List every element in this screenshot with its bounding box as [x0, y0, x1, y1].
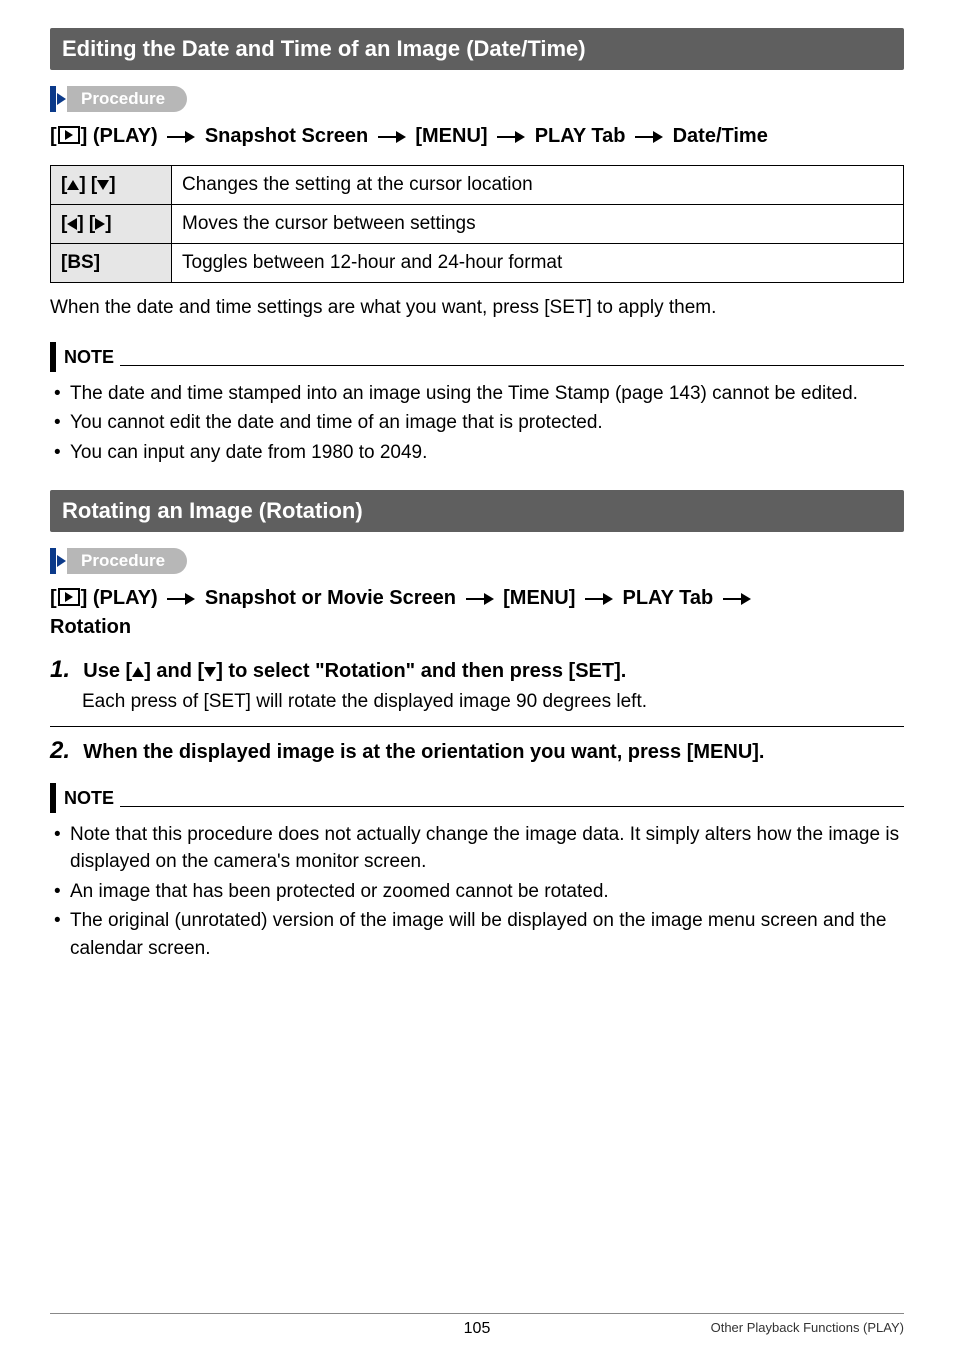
note-heading: NOTE: [50, 342, 904, 372]
value-cell: Changes the setting at the cursor locati…: [172, 166, 904, 205]
step-2: 2. When the displayed image is at the or…: [50, 737, 904, 765]
path-seg: Date/Time: [673, 125, 768, 147]
txt: ]: [105, 213, 111, 234]
key-cell: [] []: [51, 166, 172, 205]
path-seg: PLAY Tab: [622, 587, 713, 609]
key-cell: [BS]: [51, 244, 172, 283]
txt: ] and [: [144, 660, 204, 682]
arrow-icon: [466, 593, 494, 605]
list-item: The original (unrotated) version of the …: [52, 907, 904, 962]
arrow-icon: [167, 593, 195, 605]
procedure-heading: Procedure: [50, 86, 904, 112]
step-1: 1. Use [ ] and [ ] to select "Rotation" an…: [50, 656, 904, 716]
page-number: 105: [464, 1320, 491, 1338]
up-icon: [67, 180, 79, 190]
path-play: ] (PLAY): [81, 125, 158, 147]
nav-path-datetime: [ ] (PLAY) Snapshot Screen [MENU] PLAY Ta…: [50, 122, 904, 151]
list-item: You can input any date from 1980 to 2049…: [52, 439, 904, 467]
note-list: The date and time stamped into an image …: [50, 380, 904, 467]
procedure-label: Procedure: [67, 548, 187, 574]
path-play: ] (PLAY): [81, 587, 158, 609]
procedure-label: Procedure: [67, 86, 187, 112]
path-seg: [MENU]: [503, 587, 575, 609]
note-rule: [120, 364, 904, 366]
path-seg: Snapshot Screen: [205, 125, 368, 147]
path-seg: PLAY Tab: [535, 125, 626, 147]
list-item: Note that this procedure does not actual…: [52, 821, 904, 876]
arrow-icon: [585, 593, 613, 605]
body-text: When the date and time settings are what…: [50, 295, 904, 322]
step-divider: [50, 726, 904, 727]
section-title-datetime: Editing the Date and Time of an Image (D…: [50, 28, 904, 70]
arrow-icon: [378, 131, 406, 143]
procedure-accent-bar: [50, 548, 56, 574]
arrow-icon: [167, 131, 195, 143]
txt: ] [: [77, 213, 95, 234]
list-item: An image that has been protected or zoom…: [52, 878, 904, 906]
step-number: 2.: [50, 737, 78, 765]
note-accent-bar: [50, 342, 56, 372]
txt: Use [: [83, 660, 132, 682]
table-row: [] [] Moves the cursor between settings: [51, 205, 904, 244]
path-bracket: [: [50, 587, 57, 609]
procedure-arrow-icon: [57, 93, 66, 105]
right-icon: [95, 218, 105, 230]
note-label: NOTE: [64, 347, 114, 372]
up-icon: [132, 667, 144, 677]
procedure-heading: Procedure: [50, 548, 904, 574]
procedure-arrow-icon: [57, 555, 66, 567]
note-label: NOTE: [64, 788, 114, 813]
note-heading: NOTE: [50, 783, 904, 813]
table-row: [] [] Changes the setting at the cursor …: [51, 166, 904, 205]
arrow-icon: [497, 131, 525, 143]
table-row: [BS] Toggles between 12-hour and 24-hour…: [51, 244, 904, 283]
arrow-icon: [635, 131, 663, 143]
path-bracket: [: [50, 125, 57, 147]
arrow-icon: [723, 593, 751, 605]
play-icon: [58, 588, 80, 606]
step-sub: Each press of [SET] will rotate the disp…: [82, 688, 904, 716]
section-title-rotation: Rotating an Image (Rotation): [50, 490, 904, 532]
path-seg: [MENU]: [415, 125, 487, 147]
txt: ] to select "Rotation" and then press [S…: [216, 660, 626, 682]
nav-path-rotation: [ ] (PLAY) Snapshot or Movie Screen [MENU…: [50, 584, 904, 642]
note-rule: [120, 805, 904, 807]
play-icon: [58, 126, 80, 144]
step-head: Use [ ] and [ ] to select "Rotation" and t…: [83, 660, 626, 682]
step-head: When the displayed image is at the orien…: [83, 741, 764, 763]
key-table: [] [] Changes the setting at the cursor …: [50, 165, 904, 283]
txt: ]: [109, 174, 115, 195]
path-seg: Rotation: [50, 616, 131, 638]
value-cell: Toggles between 12-hour and 24-hour form…: [172, 244, 904, 283]
footer-right: Other Playback Functions (PLAY): [711, 1320, 904, 1335]
down-icon: [204, 667, 216, 677]
step-number: 1.: [50, 656, 78, 684]
note-list: Note that this procedure does not actual…: [50, 821, 904, 963]
left-icon: [67, 218, 77, 230]
page-footer: 105 Other Playback Functions (PLAY): [50, 1313, 904, 1335]
list-item: You cannot edit the date and time of an …: [52, 409, 904, 437]
key-cell: [] []: [51, 205, 172, 244]
value-cell: Moves the cursor between settings: [172, 205, 904, 244]
note-accent-bar: [50, 783, 56, 813]
procedure-accent-bar: [50, 86, 56, 112]
path-seg: Snapshot or Movie Screen: [205, 587, 456, 609]
txt: ] [: [79, 174, 97, 195]
down-icon: [97, 180, 109, 190]
list-item: The date and time stamped into an image …: [52, 380, 904, 408]
